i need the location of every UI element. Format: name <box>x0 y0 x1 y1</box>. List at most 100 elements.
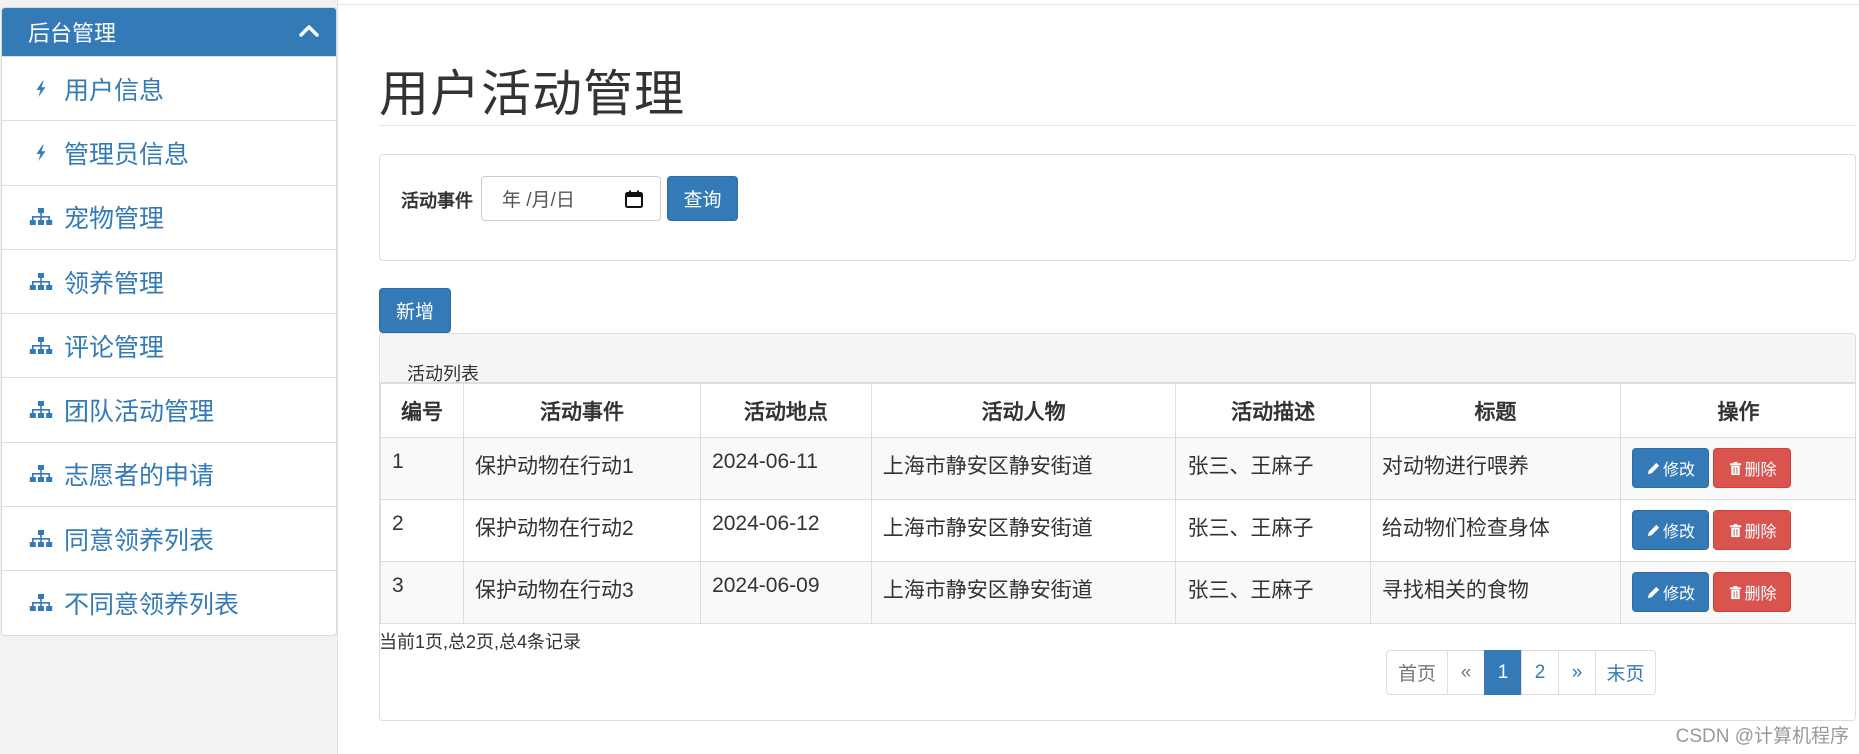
edit-label: 修改 <box>1663 462 1696 479</box>
sidebar-menu: 用户信息管理员信息宠物管理领养管理评论管理团队活动管理 志愿者的申请 同意领养列表不… <box>2 56 336 635</box>
table-cell: 保护动物在行动1 <box>462 437 702 500</box>
sidebar: 后台管理 用户信息管理员信息宠物管理领养管理评论管理团队活动管理 志愿者的申请 同意… <box>0 0 338 754</box>
search-label: 活动事件 <box>401 191 473 211</box>
delete-label: 删除 <box>1744 586 1777 603</box>
table-cell: 对动物进行喂养 <box>1369 437 1622 500</box>
table-cell: 张三、王麻子 <box>1175 561 1371 624</box>
actions-cell: 修改 删除 <box>1620 561 1855 624</box>
trash-icon <box>1728 585 1745 600</box>
record-info: 当前1页,总2页,总4条记录 <box>379 632 582 652</box>
sidebar-item-6[interactable]: 团队活动管理 <box>2 377 336 441</box>
sidebar-item-9[interactable]: 不同意领养列表 <box>2 570 336 634</box>
delete-button[interactable]: 删除 <box>1713 572 1792 612</box>
page-last[interactable]: 末页 <box>1595 650 1656 695</box>
sitemap-icon <box>28 526 54 552</box>
page-next[interactable]: » <box>1558 650 1596 695</box>
delete-label: 删除 <box>1744 524 1777 541</box>
edit-button[interactable]: 修改 <box>1632 448 1710 488</box>
sidebar-item-label: 志愿者的申请 <box>64 462 215 491</box>
pencil-icon <box>1646 461 1663 476</box>
actions-cell: 修改 删除 <box>1620 499 1855 562</box>
page-1[interactable]: 1 <box>1484 650 1522 695</box>
sidebar-item-1[interactable]: 用户信息 <box>2 56 336 120</box>
page-prev[interactable]: « <box>1447 650 1485 695</box>
table-header-row: 编号 活动事件 活动地点 活动人物 活动描述 标题 操作 <box>380 383 1855 438</box>
pencil-icon <box>1646 585 1663 600</box>
title-divider <box>379 125 1856 126</box>
edit-label: 修改 <box>1663 524 1696 541</box>
delete-button[interactable]: 删除 <box>1713 448 1792 488</box>
search-button[interactable]: 查询 <box>667 176 738 221</box>
sitemap-icon <box>28 397 54 423</box>
delete-button[interactable]: 删除 <box>1713 510 1792 550</box>
sidebar-item-5[interactable]: 评论管理 <box>2 313 336 377</box>
bolt-icon <box>28 140 54 166</box>
table-cell: 上海市静安区静安街道 <box>870 499 1177 562</box>
watermark: CSDN @计算机程序 <box>1675 726 1849 747</box>
page-title: 用户活动管理 <box>379 66 685 122</box>
sidebar-header-label: 后台管理 <box>28 21 117 46</box>
actions-cell: 修改 删除 <box>1620 437 1855 500</box>
sidebar-item-label: 宠物管理 <box>64 205 165 234</box>
table-cell: 2024-06-09 <box>700 561 872 624</box>
table-row: 1 保护动物在行动1 2024-06-11 上海市静安区静安街道 张三、王麻子 对动物进行… <box>380 437 1855 500</box>
table-cell: 保护动物在行动3 <box>462 561 702 624</box>
table-cell: 张三、王麻子 <box>1175 437 1371 500</box>
sidebar-item-3[interactable]: 宠物管理 <box>2 184 336 249</box>
page-first[interactable]: 首页 <box>1386 650 1448 695</box>
sitemap-icon <box>28 204 54 230</box>
table-cell: 张三、王麻子 <box>1175 499 1371 562</box>
table-row: 3 保护动物在行动3 2024-06-09 上海市静安区静安街道 张三、王麻子 寻找相关的… <box>380 561 1855 624</box>
date-input[interactable]: 年 /月/日 <box>481 176 661 221</box>
bolt-icon <box>28 76 54 102</box>
sidebar-header[interactable]: 后台管理 <box>2 8 336 56</box>
sidebar-item-2[interactable]: 管理员信息 <box>2 120 336 184</box>
table-cell: 2 <box>380 499 464 562</box>
sidebar-panel: 后台管理 用户信息管理员信息宠物管理领养管理评论管理团队活动管理 志愿者的申请 同意… <box>1 7 337 636</box>
table-cell: 给动物们检查身体 <box>1369 499 1622 562</box>
sidebar-item-7[interactable]: 志愿者的申请 <box>2 441 336 506</box>
table-row: 2 保护动物在行动2 2024-06-12 上海市静安区静安街道 张三、王麻子 给动物们检… <box>380 499 1855 562</box>
sitemap-icon <box>28 269 54 295</box>
column-header: 活动事件 <box>462 383 702 438</box>
table-cell: 上海市静安区静安街道 <box>870 437 1177 500</box>
table-cell: 2024-06-12 <box>700 499 872 562</box>
column-header: 编号 <box>380 383 464 438</box>
top-divider <box>338 4 1859 5</box>
sitemap-icon <box>28 333 54 359</box>
sidebar-item-label: 团队活动管理 <box>64 398 215 427</box>
table-cell: 1 <box>380 437 464 500</box>
sidebar-item-label: 同意领养列表 <box>64 526 215 555</box>
sidebar-item-4[interactable]: 领养管理 <box>2 248 336 313</box>
sidebar-item-label: 不同意领养列表 <box>64 591 240 620</box>
column-header: 活动人物 <box>870 383 1177 438</box>
edit-label: 修改 <box>1663 586 1696 603</box>
edit-button[interactable]: 修改 <box>1632 572 1710 612</box>
sidebar-item-8[interactable]: 同意领养列表 <box>2 506 336 570</box>
pagination: 首页 « 1 2 » 末页 <box>1386 650 1656 695</box>
sidebar-item-label: 评论管理 <box>64 333 165 362</box>
table-cell: 2024-06-11 <box>700 437 872 500</box>
date-placeholder: 年 /月/日 <box>502 190 575 211</box>
column-header: 标题 <box>1369 383 1622 438</box>
trash-icon <box>1728 461 1745 476</box>
sitemap-icon <box>28 590 54 616</box>
table-cell: 3 <box>380 561 464 624</box>
page-2[interactable]: 2 <box>1521 650 1559 695</box>
panel-heading: 活动列表 <box>380 334 1855 384</box>
trash-icon <box>1728 523 1745 538</box>
edit-button[interactable]: 修改 <box>1632 510 1710 550</box>
table-cell: 上海市静安区静安街道 <box>870 561 1177 624</box>
column-header: 活动地点 <box>700 383 872 438</box>
calendar-icon[interactable] <box>624 189 644 209</box>
sidebar-item-label: 用户信息 <box>64 76 165 105</box>
delete-label: 删除 <box>1744 462 1777 479</box>
search-form: 活动事件 年 /月/日 查询 <box>379 154 1856 261</box>
sidebar-item-label: 领养管理 <box>64 269 165 298</box>
chevron-up-icon[interactable] <box>296 18 322 44</box>
sitemap-icon <box>28 461 54 487</box>
add-button[interactable]: 新增 <box>379 288 451 333</box>
table-cell: 保护动物在行动2 <box>462 499 702 562</box>
column-header: 活动描述 <box>1175 383 1371 438</box>
activity-table: 编号 活动事件 活动地点 活动人物 活动描述 标题 操作 1 保护动物在行动1 2024-06-… <box>380 383 1855 624</box>
